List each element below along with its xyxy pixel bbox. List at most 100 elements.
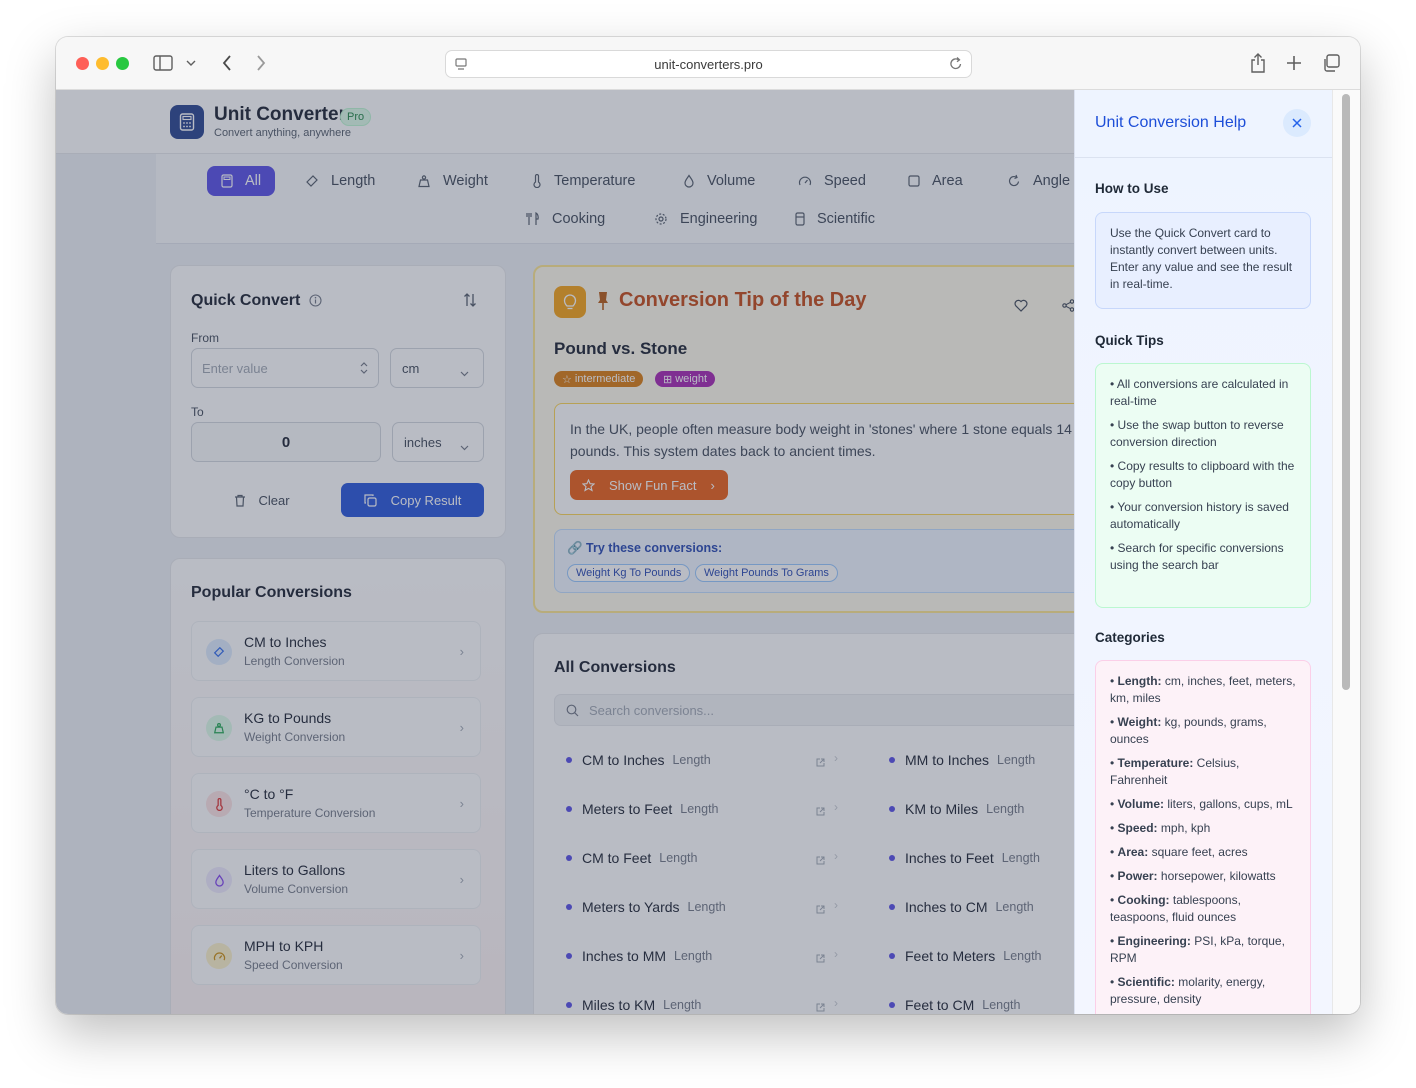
copy-result-button[interactable]: Copy Result	[341, 483, 484, 517]
chevron-right-icon: ›	[834, 849, 838, 863]
external-link-icon[interactable]	[816, 999, 825, 1014]
conversion-row[interactable]: CM to Feet Length ›	[566, 846, 838, 870]
close-window-button[interactable]	[76, 57, 89, 70]
clear-label: Clear	[258, 492, 290, 508]
conversion-row[interactable]: Inches to CM Length	[889, 895, 1034, 919]
popular-item-kg-pounds[interactable]: KG to Pounds Weight Conversion ›	[191, 697, 481, 757]
scrollbar-thumb[interactable]	[1342, 94, 1350, 690]
swap-icon[interactable]	[463, 292, 477, 313]
conversion-row[interactable]: KM to Miles Length	[889, 797, 1024, 821]
chevron-down-icon	[460, 365, 469, 380]
conversion-row[interactable]: Inches to Feet Length	[889, 846, 1040, 870]
weight-icon	[206, 715, 232, 741]
conversion-category: Length	[997, 753, 1036, 767]
share-icon[interactable]	[1055, 292, 1074, 318]
category-cooking[interactable]: Cooking	[512, 204, 619, 234]
external-link-icon[interactable]	[816, 754, 825, 770]
category-label: Cooking	[552, 211, 606, 227]
external-link-icon[interactable]	[816, 803, 825, 819]
conversion-row[interactable]: Miles to KM Length ›	[566, 993, 838, 1014]
category-angle[interactable]: Angle	[993, 166, 1074, 196]
sidebar-toggle-icon[interactable]	[152, 51, 174, 75]
scrollbar[interactable]	[1332, 90, 1360, 1014]
thermometer-icon	[206, 791, 232, 817]
conversion-category: Length	[663, 998, 702, 1012]
conversion-dot	[566, 855, 572, 861]
new-tab-icon[interactable]	[1284, 51, 1304, 75]
category-engineering[interactable]: Engineering	[640, 204, 771, 234]
share-icon[interactable]	[1248, 51, 1268, 75]
conversion-row[interactable]: Meters to Feet Length ›	[566, 797, 838, 821]
to-output[interactable]: 0	[191, 422, 381, 462]
info-icon[interactable]	[309, 294, 322, 312]
calculator-logo-icon[interactable]	[170, 105, 204, 139]
from-input[interactable]: Enter value	[191, 348, 379, 388]
address-bar[interactable]: unit-converters.pro	[445, 50, 972, 78]
from-unit-select[interactable]: cm	[390, 348, 484, 388]
conversion-name: CM to Inches	[582, 752, 665, 768]
tab-overview-icon[interactable]	[1320, 51, 1342, 75]
category-item: • Weight: kg, pounds, grams, ounces	[1110, 715, 1267, 746]
popular-item-c-f[interactable]: °C to °F Temperature Conversion ›	[191, 773, 481, 833]
conversion-row[interactable]: Meters to Yards Length ›	[566, 895, 838, 919]
category-values: liters, gallons, cups, mL	[1164, 797, 1293, 811]
category-weight[interactable]: Weight	[403, 166, 502, 196]
conversion-row[interactable]: Inches to MM Length ›	[566, 944, 838, 968]
droplet-icon	[684, 174, 694, 188]
zoom-window-button[interactable]	[116, 57, 129, 70]
browser-window: unit-converters.pro Unit Converter Pro C…	[56, 37, 1360, 1014]
stepper-icon[interactable]	[360, 361, 368, 378]
conversion-dot	[566, 904, 572, 910]
conversion-name: KM to Miles	[905, 801, 979, 817]
back-icon[interactable]	[218, 51, 236, 75]
conversion-category: Length	[1001, 851, 1040, 865]
external-link-icon[interactable]	[816, 901, 825, 917]
help-title: Unit Conversion Help	[1095, 114, 1247, 131]
popular-item-cm-inches[interactable]: CM to Inches Length Conversion ›	[191, 621, 481, 681]
category-area[interactable]: Area	[894, 166, 977, 196]
category-length[interactable]: Length	[291, 166, 389, 196]
forward-icon[interactable]	[252, 51, 270, 75]
category-item: • Area: square feet, acres	[1110, 845, 1248, 859]
conversion-row[interactable]: MM to Inches Length	[889, 748, 1035, 772]
flask-icon	[795, 212, 805, 226]
popular-item-liters-gallons[interactable]: Liters to Gallons Volume Conversion ›	[191, 849, 481, 909]
category-key: Cooking:	[1117, 893, 1170, 907]
category-volume[interactable]: Volume	[669, 166, 769, 196]
utensils-icon	[526, 212, 539, 225]
popular-item-mph-kph[interactable]: MPH to KPH Speed Conversion ›	[191, 925, 481, 985]
popular-item-sub: Weight Conversion	[244, 730, 346, 744]
conversion-name: Feet to CM	[905, 997, 975, 1013]
conversion-dot	[889, 904, 895, 910]
reload-icon[interactable]	[949, 56, 963, 74]
heart-icon[interactable]	[1008, 292, 1034, 318]
category-key: Engineering:	[1117, 934, 1191, 948]
page-content: Unit Converter Pro Convert anything, any…	[56, 90, 1360, 1014]
try-link-pounds-grams[interactable]: Weight Pounds To Grams	[695, 564, 838, 582]
minimize-window-button[interactable]	[96, 57, 109, 70]
external-link-icon[interactable]	[816, 852, 825, 868]
to-unit-select[interactable]: inches	[392, 422, 484, 462]
conversion-row[interactable]: Feet to CM Length	[889, 993, 1020, 1014]
category-label: Scientific	[817, 211, 876, 227]
chevron-down-icon[interactable]	[184, 51, 198, 75]
category-label: Volume	[707, 173, 756, 189]
category-temperature[interactable]: Temperature	[518, 166, 649, 196]
search-input[interactable]: Search conversions...	[554, 694, 1074, 726]
external-link-icon[interactable]	[816, 950, 825, 966]
conversion-name: CM to Feet	[582, 850, 652, 866]
clear-button[interactable]: Clear	[191, 483, 333, 517]
conversion-row[interactable]: CM to Inches Length ›	[566, 748, 838, 772]
category-all[interactable]: All	[207, 166, 276, 196]
show-fun-fact-button[interactable]: Show Fun Fact ›	[570, 470, 728, 500]
try-link-kg-pounds[interactable]: Weight Kg To Pounds	[567, 564, 691, 582]
gauge-icon	[798, 176, 812, 186]
how-to-use-box: Use the Quick Convert card to instantly …	[1095, 212, 1311, 309]
how-to-use-text: Use the Quick Convert card to instantly …	[1110, 226, 1293, 291]
category-scientific[interactable]: Scientific	[781, 204, 889, 234]
category-speed[interactable]: Speed	[784, 166, 880, 196]
conversion-row[interactable]: Feet to Meters Length	[889, 944, 1042, 968]
conversion-dot	[889, 806, 895, 812]
close-help-button[interactable]	[1283, 109, 1311, 137]
site-info-icon[interactable]	[454, 57, 468, 74]
